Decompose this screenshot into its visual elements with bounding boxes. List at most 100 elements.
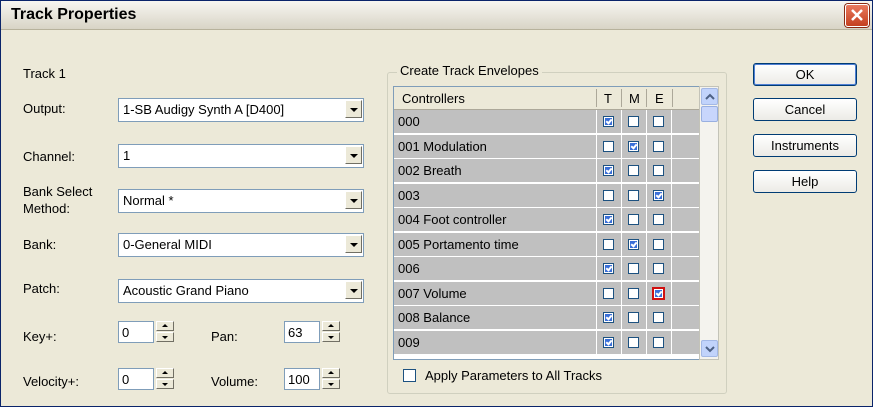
- checkbox-t[interactable]: [603, 214, 614, 225]
- controller-row[interactable]: 002 Breath: [394, 159, 701, 183]
- spin-down-icon[interactable]: [322, 332, 340, 342]
- checkbox-m[interactable]: [628, 214, 639, 225]
- controller-row[interactable]: 007 Volume: [394, 281, 701, 306]
- checkbox-e[interactable]: [653, 336, 664, 348]
- cell-e: [646, 208, 671, 231]
- key-updown[interactable]: [156, 321, 174, 343]
- chevron-down-icon[interactable]: [345, 281, 362, 299]
- chevron-up-icon: [705, 93, 715, 100]
- checkbox-t[interactable]: [603, 165, 614, 176]
- checkbox-e[interactable]: [653, 189, 664, 201]
- chevron-down-icon[interactable]: [345, 235, 362, 253]
- help-button[interactable]: Help: [753, 170, 857, 193]
- spin-down-icon[interactable]: [156, 379, 174, 389]
- velocity-spinner[interactable]: 0: [118, 368, 176, 390]
- checkbox-t[interactable]: [603, 238, 614, 250]
- volume-input[interactable]: 100: [284, 368, 320, 390]
- scroll-thumb[interactable]: [701, 106, 718, 122]
- pan-spinner[interactable]: 63: [284, 321, 342, 343]
- checkbox-t[interactable]: [603, 189, 614, 201]
- checkbox-m[interactable]: [628, 287, 639, 299]
- scroll-up-button[interactable]: [701, 88, 718, 105]
- ok-button[interactable]: OK: [753, 63, 857, 86]
- controller-label: 000: [398, 114, 420, 129]
- track-properties-dialog: Track Properties Track 1 Output: 1-SB Au…: [0, 0, 873, 407]
- scroll-down-button[interactable]: [701, 340, 718, 357]
- controller-row[interactable]: 005 Portamento time: [394, 232, 701, 257]
- controller-row[interactable]: 004 Foot controller: [394, 208, 701, 232]
- controller-row[interactable]: 008 Balance: [394, 306, 701, 330]
- controllers-scrollbar[interactable]: [699, 86, 719, 360]
- row-tail: [671, 110, 701, 133]
- checkbox-m[interactable]: [628, 116, 639, 127]
- bank-select-method-select[interactable]: Normal *: [118, 189, 364, 213]
- volume-spinner[interactable]: 100: [284, 368, 342, 390]
- volume-updown[interactable]: [322, 368, 340, 390]
- velocity-updown[interactable]: [156, 368, 174, 390]
- checkbox-e[interactable]: [653, 214, 664, 225]
- controller-label: 009: [398, 334, 420, 350]
- spin-down-icon[interactable]: [156, 332, 174, 342]
- channel-select[interactable]: 1: [118, 144, 364, 168]
- controller-row[interactable]: 006: [394, 257, 701, 281]
- checkbox-e[interactable]: [653, 238, 664, 250]
- checkbox-e[interactable]: [653, 263, 664, 274]
- checkbox-m[interactable]: [628, 165, 639, 176]
- output-select[interactable]: 1-SB Audigy Synth A [D400]: [118, 98, 364, 122]
- checkbox-e[interactable]: [653, 140, 664, 152]
- checkbox-m[interactable]: [628, 238, 639, 250]
- checkbox-e[interactable]: [653, 116, 664, 127]
- spin-up-icon[interactable]: [322, 368, 340, 378]
- bank-select[interactable]: 0-General MIDI: [118, 233, 364, 257]
- checkbox-m[interactable]: [628, 189, 639, 201]
- pan-input[interactable]: 63: [284, 321, 320, 343]
- controller-label: 005 Portamento time: [398, 236, 519, 252]
- spin-up-icon[interactable]: [156, 368, 174, 378]
- cell-e: [646, 159, 671, 182]
- window-title: Track Properties: [11, 6, 137, 23]
- key-input[interactable]: 0: [118, 321, 154, 343]
- chevron-down-icon[interactable]: [345, 146, 362, 164]
- spin-down-icon[interactable]: [322, 379, 340, 389]
- velocity-input[interactable]: 0: [118, 368, 154, 390]
- track-label: Track 1: [23, 66, 66, 81]
- checkbox-t[interactable]: [603, 312, 614, 323]
- controller-row[interactable]: 001 Modulation: [394, 134, 701, 159]
- checkbox-m[interactable]: [628, 312, 639, 323]
- volume-label: Volume:: [211, 374, 258, 389]
- checkbox-e[interactable]: [653, 312, 664, 323]
- column-divider: [596, 89, 597, 107]
- controller-row[interactable]: 009: [394, 330, 701, 355]
- controllers-grid[interactable]: Controllers T M E 000 001 Modulation 002 B…: [393, 86, 701, 360]
- cell-e: [646, 306, 671, 329]
- checkbox-t[interactable]: [603, 140, 614, 152]
- apply-all-checkbox[interactable]: [403, 369, 416, 382]
- spin-up-icon[interactable]: [322, 321, 340, 331]
- key-spinner[interactable]: 0: [118, 321, 176, 343]
- checkbox-t[interactable]: [603, 116, 614, 127]
- close-button[interactable]: [845, 4, 869, 27]
- instruments-button[interactable]: Instruments: [753, 134, 857, 157]
- controller-row[interactable]: 000: [394, 110, 701, 134]
- checkbox-m[interactable]: [628, 336, 639, 348]
- controller-label: 002 Breath: [398, 163, 462, 178]
- spin-up-icon[interactable]: [156, 321, 174, 331]
- cancel-button[interactable]: Cancel: [753, 98, 857, 121]
- pan-updown[interactable]: [322, 321, 340, 343]
- checkbox-e[interactable]: [652, 286, 665, 300]
- checkbox-m[interactable]: [628, 263, 639, 274]
- chevron-down-icon[interactable]: [345, 191, 362, 209]
- channel-value: 1: [123, 148, 131, 163]
- checkbox-e[interactable]: [653, 165, 664, 176]
- cell-m: [621, 257, 646, 280]
- bank-value: 0-General MIDI: [123, 237, 212, 252]
- controller-row[interactable]: 003: [394, 183, 701, 208]
- grid-header: Controllers T M E: [394, 87, 700, 110]
- patch-select[interactable]: Acoustic Grand Piano: [118, 279, 364, 303]
- checkbox-t[interactable]: [603, 263, 614, 274]
- checkbox-t[interactable]: [603, 336, 614, 348]
- cell-m: [621, 232, 646, 256]
- checkbox-t[interactable]: [603, 287, 614, 299]
- chevron-down-icon[interactable]: [345, 100, 362, 118]
- checkbox-m[interactable]: [628, 140, 639, 152]
